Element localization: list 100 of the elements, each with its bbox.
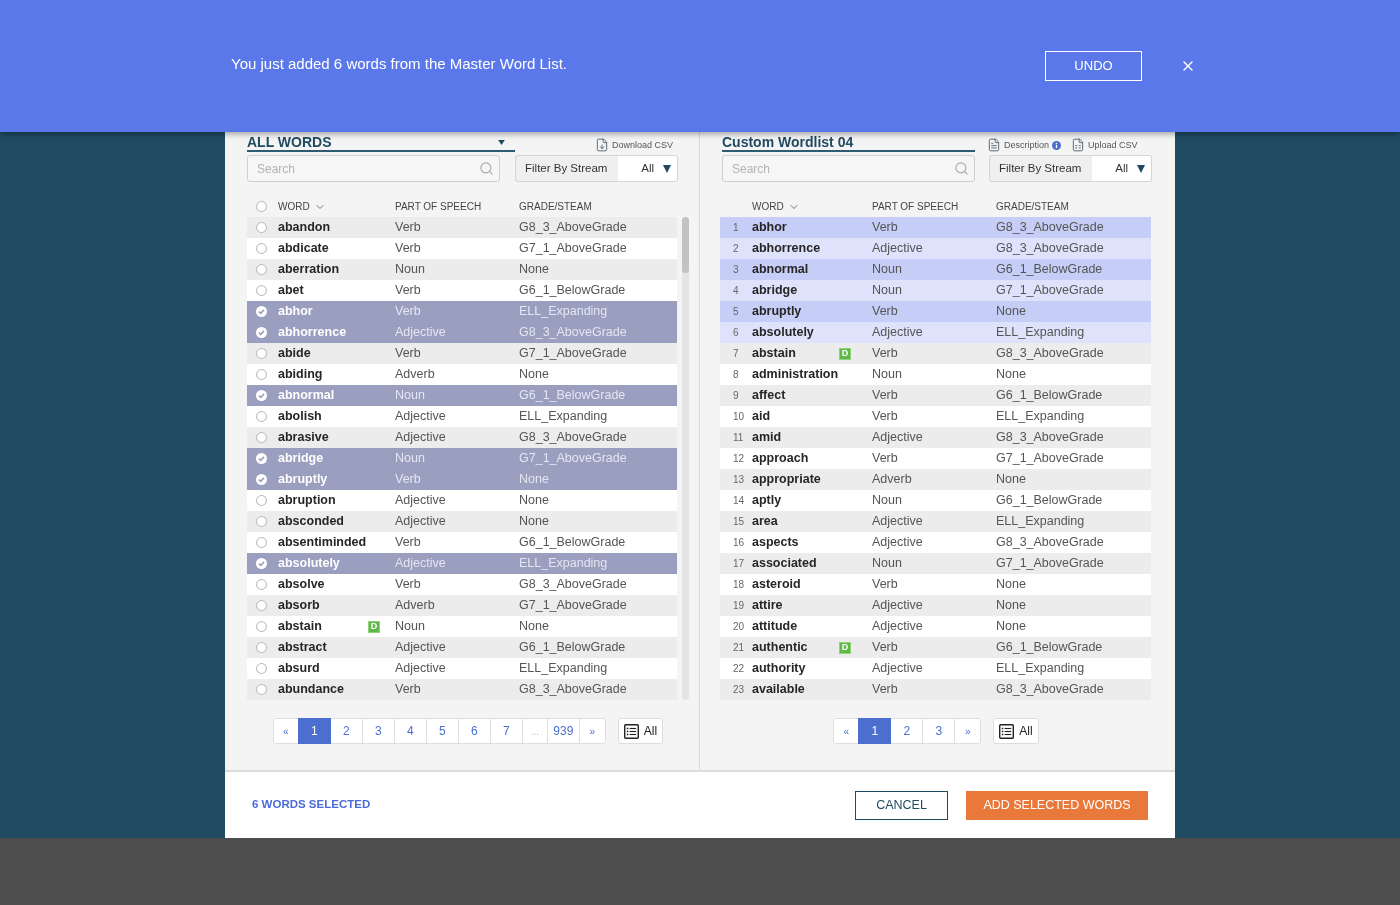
row-checkbox[interactable] [256, 537, 267, 548]
show-all-button[interactable]: All [617, 718, 664, 744]
row-checkbox[interactable] [256, 264, 267, 275]
row-checkbox[interactable] [256, 600, 267, 611]
column-header[interactable]: WORD [752, 199, 800, 214]
page-button[interactable]: 3 [361, 718, 395, 744]
row-checkbox[interactable] [256, 495, 267, 506]
table-row[interactable]: 11 amid Adjective G8_3_AboveGrade [720, 427, 1151, 448]
table-row[interactable]: abrasive Adjective G8_3_AboveGrade [247, 427, 677, 448]
row-checkbox[interactable] [256, 411, 267, 422]
description-link[interactable]: Description [987, 138, 1062, 152]
table-row[interactable]: 2 abhorrence Adjective G8_3_AboveGrade [720, 238, 1151, 259]
table-row[interactable]: 17 associated Noun G7_1_AboveGrade [720, 553, 1151, 574]
stream-dropdown[interactable]: All [618, 155, 678, 182]
column-header[interactable]: WORD [278, 199, 326, 214]
row-checkbox[interactable] [256, 516, 267, 527]
row-checkbox[interactable] [256, 432, 267, 443]
part-of-speech-cell-text: Verb [872, 681, 899, 699]
table-row[interactable]: abstain D Noun None [247, 616, 677, 637]
table-row[interactable]: 12 approach Verb G7_1_AboveGrade [720, 448, 1151, 469]
table-row[interactable]: 6 absolutely Adjective ELL_Expanding [720, 322, 1151, 343]
page-button[interactable]: 2 [329, 718, 363, 744]
row-checkbox[interactable] [256, 621, 267, 632]
row-checkbox[interactable] [256, 390, 267, 401]
table-row[interactable]: 16 aspects Adjective G8_3_AboveGrade [720, 532, 1151, 553]
table-row[interactable]: 8 administration Noun None [720, 364, 1151, 385]
upload-csv-link[interactable]: Upload CSV [1071, 138, 1138, 152]
next-page-button[interactable]: » [954, 718, 982, 744]
table-row[interactable]: 14 aptly Noun G6_1_BelowGrade [720, 490, 1151, 511]
table-row[interactable]: 22 authority Adjective ELL_Expanding [720, 658, 1151, 679]
word-cell-text: abolish [278, 408, 322, 426]
word-cell-text: aptly [752, 492, 782, 510]
table-row[interactable]: 10 aid Verb ELL_Expanding [720, 406, 1151, 427]
table-row[interactable]: 13 appropriate Adverb None [720, 469, 1151, 490]
scrollbar-thumb[interactable] [682, 217, 689, 273]
table-row[interactable]: 23 available Verb G8_3_AboveGrade [720, 679, 1151, 700]
page-button[interactable]: 5 [425, 718, 459, 744]
cancel-button[interactable]: CANCEL [855, 790, 948, 820]
page-button[interactable]: 1 [297, 718, 331, 744]
row-checkbox[interactable] [256, 285, 267, 296]
table-row[interactable]: 21 authentic D Verb G6_1_BelowGrade [720, 637, 1151, 658]
page-button[interactable]: 1 [858, 718, 892, 744]
list-name-field[interactable]: Custom Wordlist 04 [722, 134, 975, 152]
row-checkbox[interactable] [256, 306, 267, 317]
show-all-button[interactable]: All [993, 718, 1039, 744]
table-row[interactable]: abstract Adjective G6_1_BelowGrade [247, 637, 677, 658]
row-checkbox[interactable] [256, 684, 267, 695]
previous-page-button[interactable]: « [272, 718, 299, 744]
table-row[interactable]: aberration Noun None [247, 259, 677, 280]
table-row[interactable]: abet Verb G6_1_BelowGrade [247, 280, 677, 301]
table-row[interactable]: abundance Verb G8_3_AboveGrade [247, 679, 677, 700]
row-checkbox[interactable] [256, 474, 267, 485]
table-row[interactable]: 1 abhor Verb G8_3_AboveGrade [720, 217, 1151, 238]
row-checkbox[interactable] [256, 243, 267, 254]
search-field[interactable]: Search [722, 155, 975, 182]
table-row[interactable]: 20 attitude Adjective None [720, 616, 1151, 637]
page-button[interactable]: 6 [457, 718, 491, 744]
page-button[interactable]: 3 [922, 718, 956, 744]
table-row[interactable]: absolve Verb G8_3_AboveGrade [247, 574, 677, 595]
table-row[interactable]: abdicate Verb G7_1_AboveGrade [247, 238, 677, 259]
row-checkbox[interactable] [256, 579, 267, 590]
table-row[interactable]: 9 affect Verb G6_1_BelowGrade [720, 385, 1151, 406]
page-button[interactable]: 7 [489, 718, 523, 744]
table-row[interactable]: abiding Adverb None [247, 364, 677, 385]
scrollbar[interactable] [682, 217, 689, 700]
table-row[interactable]: abolish Adjective ELL_Expanding [247, 406, 677, 427]
row-checkbox[interactable] [256, 663, 267, 674]
page-ellipsis: ... [521, 718, 548, 744]
table-row[interactable]: abruption Adjective None [247, 490, 677, 511]
download-csv-link[interactable]: Download CSV [595, 138, 674, 152]
select-all-checkbox[interactable] [256, 201, 267, 212]
table-row[interactable]: absentiminded Verb G6_1_BelowGrade [247, 532, 677, 553]
table-row[interactable]: abandon Verb G8_3_AboveGrade [247, 217, 677, 238]
row-checkbox[interactable] [256, 327, 267, 338]
undo-button[interactable]: UNDO [1045, 51, 1142, 81]
page-button[interactable]: 4 [393, 718, 427, 744]
row-checkbox[interactable] [256, 558, 267, 569]
next-page-button[interactable]: » [578, 718, 606, 744]
table-row[interactable]: 19 attire Adjective None [720, 595, 1151, 616]
row-checkbox[interactable] [256, 453, 267, 464]
row-checkbox[interactable] [256, 642, 267, 653]
search-field[interactable]: Search [247, 155, 500, 182]
word-cell-text: attire [752, 597, 783, 615]
page-button[interactable]: 939 [546, 718, 580, 744]
table-row[interactable]: 7 abstain D Verb G8_3_AboveGrade [720, 343, 1151, 364]
table-row[interactable]: 4 abridge Noun G7_1_AboveGrade [720, 280, 1151, 301]
list-dropdown[interactable]: ALL WORDS [247, 134, 515, 152]
table-row[interactable]: abide Verb G7_1_AboveGrade [247, 343, 677, 364]
previous-page-button[interactable]: « [833, 718, 860, 744]
row-checkbox[interactable] [256, 222, 267, 233]
table-row[interactable]: absurd Adjective ELL_Expanding [247, 658, 677, 679]
table-row[interactable]: 5 abruptly Verb None [720, 301, 1151, 322]
table-row[interactable]: absorb Adverb G7_1_AboveGrade [247, 595, 677, 616]
table-row[interactable]: 18 asteroid Verb None [720, 574, 1151, 595]
stream-dropdown[interactable]: All [1092, 155, 1152, 182]
table-row[interactable]: absconded Adjective None [247, 511, 677, 532]
row-checkbox[interactable] [256, 348, 267, 359]
table-row[interactable]: 3 abnormal Noun G6_1_BelowGrade [720, 259, 1151, 280]
row-checkbox[interactable] [256, 369, 267, 380]
table-row[interactable]: 15 area Adjective ELL_Expanding [720, 511, 1151, 532]
